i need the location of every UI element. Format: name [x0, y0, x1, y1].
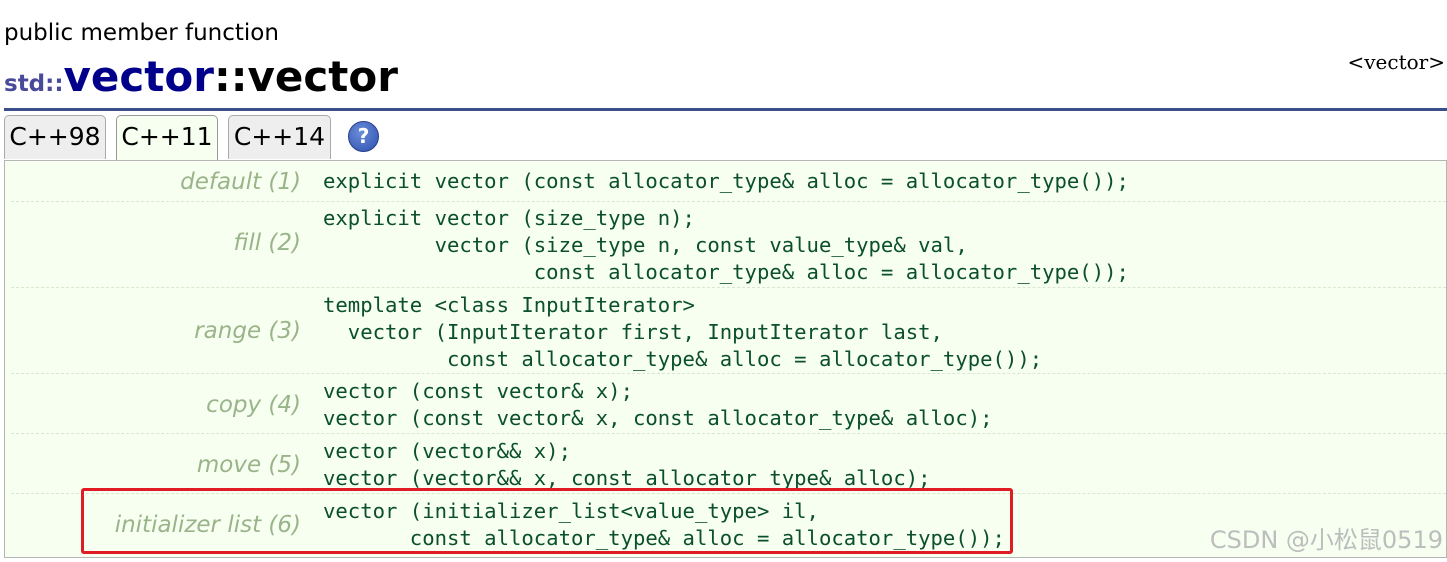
title-namespace: std:: [4, 71, 64, 97]
constructor-row: move (5) vector (vector&& x); vector (ve… [11, 433, 1446, 494]
constructor-label: fill (2) [233, 230, 301, 256]
constructor-code: template <class InputIterator> vector (I… [323, 293, 1043, 371]
constructor-code: vector (vector&& x); vector (vector&& x,… [323, 439, 931, 490]
tab-cpp98[interactable]: C++98 [4, 115, 106, 159]
header-tag[interactable]: <vector> [1348, 50, 1446, 74]
constructor-label: range (3) [194, 318, 301, 344]
constructor-code: explicit vector (size_type n); vector (s… [323, 206, 1129, 284]
help-icon[interactable]: ? [348, 121, 379, 152]
tab-cpp14[interactable]: C++14 [228, 115, 331, 159]
member-kind: public member function [4, 20, 279, 46]
constructor-row: fill (2) explicit vector (size_type n); … [11, 201, 1446, 288]
constructor-code: explicit vector (const allocator_type& a… [323, 169, 1129, 193]
constructor-label: copy (4) [206, 392, 301, 418]
constructor-label: move (5) [196, 452, 301, 478]
title-class: vector [63, 52, 214, 101]
constructor-label: default (1) [180, 169, 301, 195]
tab-cpp11[interactable]: C++11 [116, 115, 218, 162]
highlight-box [81, 488, 1013, 554]
page-title: std::vector::vector [4, 52, 398, 101]
constructor-row: copy (4) vector (const vector& x); vecto… [11, 373, 1446, 434]
title-rule [4, 108, 1447, 111]
constructor-code: vector (const vector& x); vector (const … [323, 379, 993, 430]
watermark: CSDN @小松鼠0519 [1209, 526, 1443, 554]
title-function: vector [247, 52, 398, 101]
constructor-row: default (1) explicit vector (const alloc… [11, 165, 1446, 201]
title-separator: :: [213, 52, 248, 101]
constructor-row: range (3) template <class InputIterator>… [11, 287, 1446, 374]
